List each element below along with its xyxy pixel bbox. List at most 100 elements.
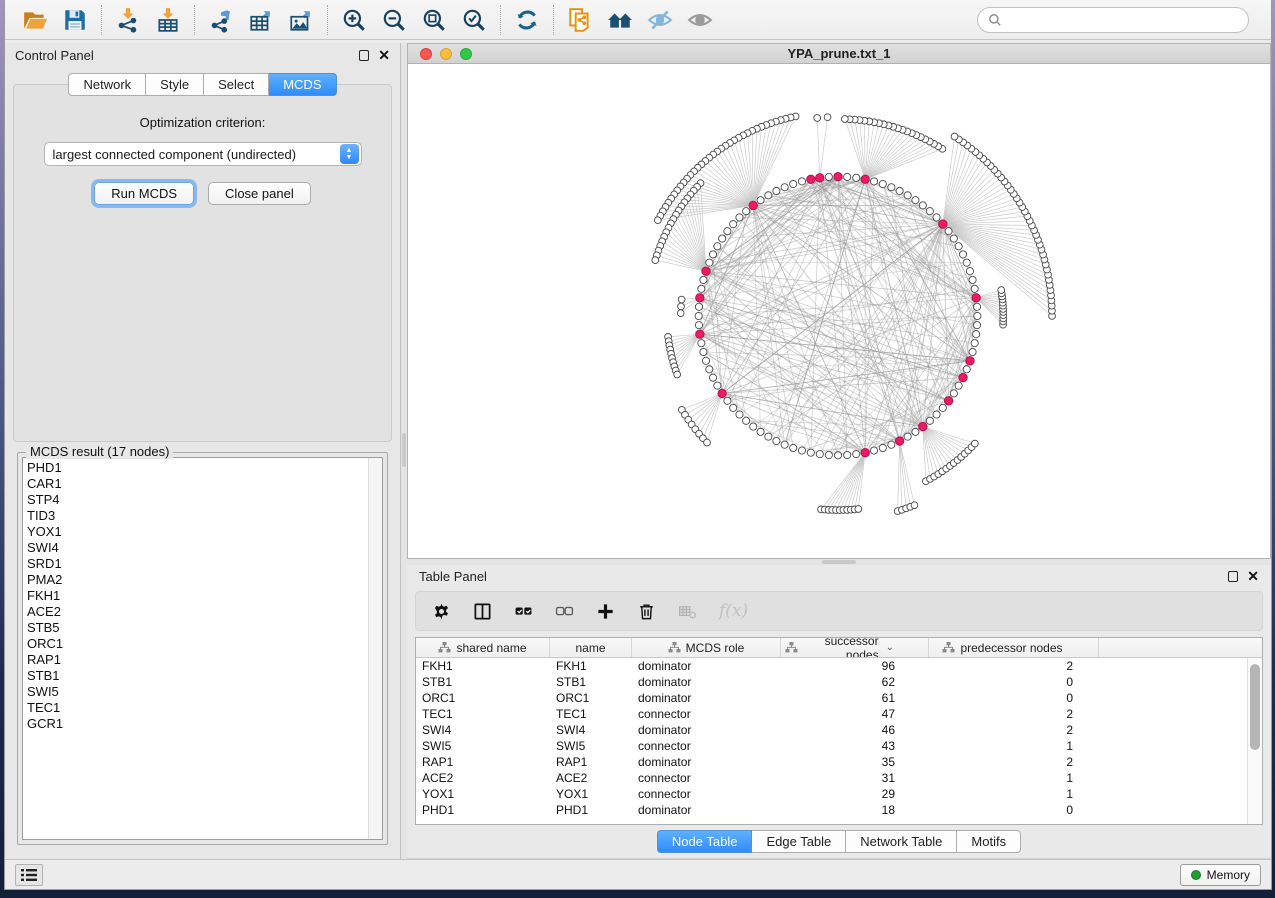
graph-node[interactable] [698, 340, 705, 347]
network-canvas[interactable] [408, 64, 1270, 558]
graph-node[interactable] [945, 228, 952, 235]
graph-node[interactable] [879, 444, 886, 451]
memory-button[interactable]: Memory [1180, 864, 1261, 886]
mcds-result-item[interactable]: SWI5 [27, 684, 364, 700]
mcds-result-item[interactable]: GCR1 [27, 716, 364, 732]
mcds-result-item[interactable]: CAR1 [27, 476, 364, 492]
mcds-result-item[interactable]: ORC1 [27, 636, 364, 652]
graph-node[interactable] [853, 174, 860, 181]
hide-selected-icon[interactable] [640, 3, 680, 37]
graph-node[interactable] [966, 268, 973, 275]
graph-node[interactable] [973, 331, 980, 338]
graph-node[interactable] [896, 187, 903, 194]
float-panel-icon[interactable] [1228, 571, 1238, 582]
graph-node[interactable] [895, 437, 903, 445]
graph-node[interactable] [677, 310, 684, 317]
delete-column-icon[interactable] [637, 602, 656, 621]
table-scrollbar[interactable] [1247, 658, 1262, 824]
graph-node[interactable] [855, 506, 862, 513]
horizontal-splitter[interactable] [407, 559, 1271, 565]
graph-node[interactable] [790, 444, 797, 451]
export-table-icon[interactable] [241, 3, 281, 37]
close-panel-icon[interactable]: ✕ [1247, 569, 1259, 583]
optimization-criterion-select[interactable]: largest connected component (undirected)… [44, 142, 362, 166]
graph-node[interactable] [969, 348, 976, 355]
graph-node[interactable] [844, 173, 851, 180]
splitter-handle[interactable] [402, 433, 406, 467]
graph-node[interactable] [696, 330, 704, 338]
table-row[interactable]: PHD1PHD1dominator180 [416, 802, 1247, 818]
table-row[interactable]: SWI4SWI4dominator462 [416, 722, 1247, 738]
tab-style[interactable]: Style [146, 73, 204, 96]
graph-node[interactable] [853, 451, 860, 458]
tab-network[interactable]: Network [68, 73, 146, 96]
graph-node[interactable] [919, 202, 926, 209]
graph-node[interactable] [736, 411, 743, 418]
mcds-result-item[interactable]: SWI4 [27, 540, 364, 556]
graph-node[interactable] [781, 441, 788, 448]
open-file-icon[interactable] [15, 3, 55, 37]
close-panel-icon[interactable]: ✕ [378, 48, 390, 62]
graph-node[interactable] [879, 180, 886, 187]
zoom-selected-icon[interactable] [454, 3, 494, 37]
graph-node[interactable] [724, 397, 731, 404]
table-row[interactable]: ACE2ACE2connector311 [416, 770, 1247, 786]
graph-node[interactable] [904, 192, 911, 199]
graph-node[interactable] [944, 397, 952, 405]
mcds-result-item[interactable]: STB5 [27, 620, 364, 636]
graph-node[interactable] [912, 197, 919, 204]
graph-node[interactable] [959, 373, 967, 381]
graph-node[interactable] [730, 221, 737, 228]
zoom-fit-icon[interactable] [414, 3, 454, 37]
graph-node[interactable] [939, 220, 947, 228]
graph-node[interactable] [709, 374, 716, 381]
graph-node[interactable] [919, 422, 927, 430]
graph-node[interactable] [904, 433, 911, 440]
graph-node[interactable] [824, 114, 831, 121]
tab-node-table[interactable]: Node Table [657, 830, 753, 853]
graph-node[interactable] [911, 502, 918, 509]
search-field[interactable] [977, 7, 1249, 33]
tab-mcds[interactable]: MCDS [269, 73, 336, 96]
run-mcds-button[interactable]: Run MCDS [94, 182, 194, 205]
column-header-mcds-role[interactable]: MCDS role [632, 638, 781, 657]
graph-node[interactable] [933, 214, 940, 221]
task-history-icon[interactable] [15, 864, 43, 886]
float-panel-icon[interactable] [359, 50, 369, 61]
graph-node[interactable] [973, 303, 980, 310]
mcds-result-item[interactable]: RAP1 [27, 652, 364, 668]
graph-node[interactable] [912, 428, 919, 435]
graph-node[interactable] [888, 441, 895, 448]
graph-node[interactable] [972, 294, 980, 302]
graph-node[interactable] [743, 417, 750, 424]
add-column-icon[interactable] [596, 602, 615, 621]
deselect-all-icon[interactable] [555, 602, 574, 621]
graph-node[interactable] [834, 172, 842, 180]
graph-node[interactable] [825, 173, 832, 180]
tab-network-table[interactable]: Network Table [846, 830, 957, 853]
graph-node[interactable] [654, 217, 661, 224]
graph-node[interactable] [825, 451, 832, 458]
graph-node[interactable] [933, 411, 940, 418]
graph-node[interactable] [807, 449, 814, 456]
graph-node[interactable] [807, 175, 815, 183]
graph-node[interactable] [790, 180, 797, 187]
table-row[interactable]: TEC1TEC1connector472 [416, 706, 1247, 722]
settings-gear-icon[interactable] [432, 602, 451, 621]
graph-node[interactable] [814, 115, 821, 122]
mcds-result-item[interactable]: TEC1 [27, 700, 364, 716]
graph-node[interactable] [926, 208, 933, 215]
graph-node[interactable] [973, 322, 980, 329]
graph-node[interactable] [719, 235, 726, 242]
graph-node[interactable] [969, 276, 976, 283]
graph-node[interactable] [652, 257, 659, 264]
graph-node[interactable] [678, 296, 685, 303]
table-row[interactable]: STB1STB1dominator620 [416, 674, 1247, 690]
graph-node[interactable] [749, 201, 757, 209]
graph-node[interactable] [695, 312, 702, 319]
scrollbar-thumb[interactable] [1250, 664, 1260, 750]
graph-node[interactable] [951, 133, 958, 140]
graph-node[interactable] [955, 382, 962, 389]
graph-node[interactable] [743, 208, 750, 215]
graph-node[interactable] [765, 192, 772, 199]
